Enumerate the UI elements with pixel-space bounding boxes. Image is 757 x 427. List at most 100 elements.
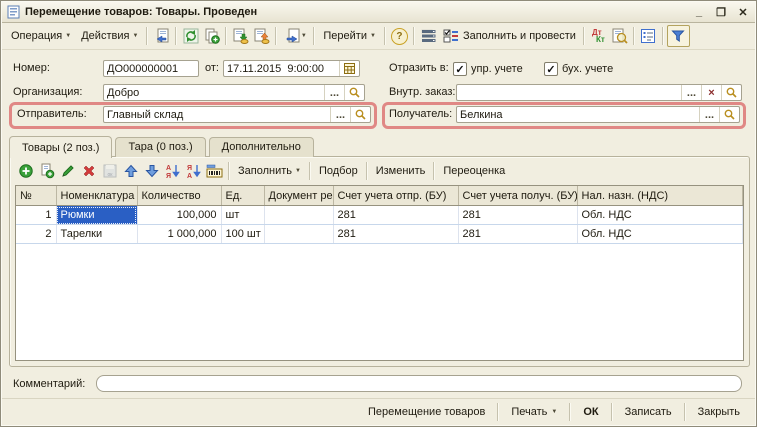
cell[interactable]: 281 [333,205,459,225]
col-quantity[interactable]: Количество [137,186,222,206]
organization-input[interactable] [104,85,324,100]
fill-menu[interactable]: Заполнить ▼ [233,162,306,180]
search-icon[interactable] [719,107,739,122]
cell[interactable]: Обл. НДС [577,205,743,225]
col-unit[interactable]: Ед. [221,186,265,206]
search-icon[interactable] [350,107,370,122]
cell[interactable]: 1 [16,205,57,225]
receiver-label: Получатель: [389,108,453,120]
checkbox-checked-icon: ✓ [453,62,467,76]
calendar-icon[interactable] [339,61,359,76]
internal-order-input[interactable] [457,85,681,100]
comment-fieldbox [96,375,742,392]
receiver-fieldbox: ... [456,106,740,123]
sort-descending-icon[interactable]: ЯА [183,161,204,181]
sender-label: Отправитель: [17,108,87,120]
pick-button[interactable]: Подбор [314,162,363,180]
col-number[interactable]: № [16,186,57,206]
cell[interactable]: 281 [458,224,578,244]
structure-icon[interactable] [418,26,439,46]
edit-row-icon[interactable] [57,161,78,181]
minimize-button[interactable]: _ [692,6,706,19]
delete-row-icon[interactable] [78,161,99,181]
report-preview-icon[interactable] [609,26,630,46]
add-row-icon[interactable] [15,161,36,181]
print-menu[interactable]: Печать ▼ [504,403,564,421]
transfer-button[interactable]: Перемещение товаров [361,403,492,421]
end-edit-icon[interactable]: ок [99,161,120,181]
separator [313,27,316,45]
comment-input[interactable] [97,376,741,391]
cell[interactable] [264,205,334,225]
table-header-row[interactable]: № Номенклатура Количество Ед. Документ р… [16,186,743,206]
ellipsis-button[interactable]: ... [330,107,350,122]
management-accounting-checkbox[interactable]: ✓ упр. учете [453,62,523,76]
cell[interactable]: 2 [16,224,57,244]
list-settings-icon[interactable] [638,26,659,46]
maximize-button[interactable]: ❐ [714,6,728,19]
goods-table[interactable]: № Номенклатура Количество Ед. Документ р… [15,185,744,361]
main-toolbar: Операция ▼ Действия ▼ ▼ Перейти ▼ ? Запо… [2,23,755,50]
revaluation-button[interactable]: Переоценка [438,162,510,180]
close-button[interactable]: ✕ [736,6,750,19]
search-icon[interactable] [344,85,364,100]
operation-menu[interactable]: Операция ▼ [6,27,76,45]
col-account-receiver[interactable]: Счет учета получ. (БУ) [458,186,578,206]
cell-selected[interactable]: Рюмки [56,205,138,225]
cell[interactable]: 100 шт [221,224,265,244]
help-icon[interactable]: ? [389,26,410,46]
post-document-icon[interactable] [230,26,251,46]
table-row[interactable]: 1 Рюмки 100,000 шт 281 281 Обл. НДС [16,205,743,225]
cell[interactable]: 281 [458,205,578,225]
cell[interactable]: Обл. НДС [577,224,743,244]
book-accounting-checkbox[interactable]: ✓ бух. учете [544,62,613,76]
cell[interactable]: шт [221,205,265,225]
search-icon[interactable] [721,85,741,100]
ellipsis-button[interactable]: ... [681,85,701,100]
tab-additional[interactable]: Дополнительно [208,137,314,157]
close-window-button[interactable]: Закрыть [691,403,747,421]
move-down-icon[interactable] [141,161,162,181]
unpost-document-icon[interactable] [251,26,272,46]
receiver-input[interactable] [457,107,699,122]
col-vat[interactable]: Нал. назн. (НДС) [577,186,743,206]
svg-text:А: А [187,173,192,179]
barcode-icon[interactable] [204,161,225,181]
copy-row-icon[interactable] [36,161,57,181]
col-document[interactable]: Документ ре... [264,186,334,206]
tab-goods[interactable]: Товары (2 поз.) [9,136,113,158]
output-document-icon[interactable]: ▼ [280,26,310,46]
refresh-icon[interactable] [180,26,201,46]
dt-kt-icon[interactable]: Дт Кт [588,26,609,46]
cell[interactable] [264,224,334,244]
cell[interactable]: 100,000 [137,205,222,225]
ellipsis-button[interactable]: ... [699,107,719,122]
tab-tara[interactable]: Тара (0 поз.) [115,137,206,157]
copy-icon[interactable] [201,26,222,46]
cell[interactable]: Тарелки [56,224,138,244]
actions-menu[interactable]: Действия ▼ [76,27,143,45]
separator [275,27,278,45]
change-button[interactable]: Изменить [371,162,431,180]
clear-icon[interactable]: × [701,85,721,100]
sort-ascending-icon[interactable]: АЯ [162,161,183,181]
fill-and-post-button[interactable]: Заполнить и провести [439,26,580,46]
filter-icon[interactable] [666,25,690,47]
save-button[interactable]: Записать [618,403,679,421]
date-input[interactable] [224,61,339,76]
sender-fieldbox: ... [103,106,371,123]
separator [683,403,686,421]
ok-button[interactable]: ОК [576,403,605,421]
move-up-icon[interactable] [120,161,141,181]
goto-menu[interactable]: Перейти ▼ [318,27,381,45]
sender-input[interactable] [104,107,330,122]
col-nomenclature[interactable]: Номенклатура [56,186,138,206]
cell[interactable]: 1 000,000 [137,224,222,244]
cell[interactable]: 281 [333,224,459,244]
chevron-down-icon: ▼ [369,33,376,39]
post-and-close-icon[interactable] [151,26,172,46]
ellipsis-button[interactable]: ... [324,85,344,100]
table-row[interactable]: 2 Тарелки 1 000,000 100 шт 281 281 Обл. … [16,224,743,244]
col-account-sender[interactable]: Счет учета отпр. (БУ) [333,186,459,206]
number-input[interactable] [104,61,198,76]
